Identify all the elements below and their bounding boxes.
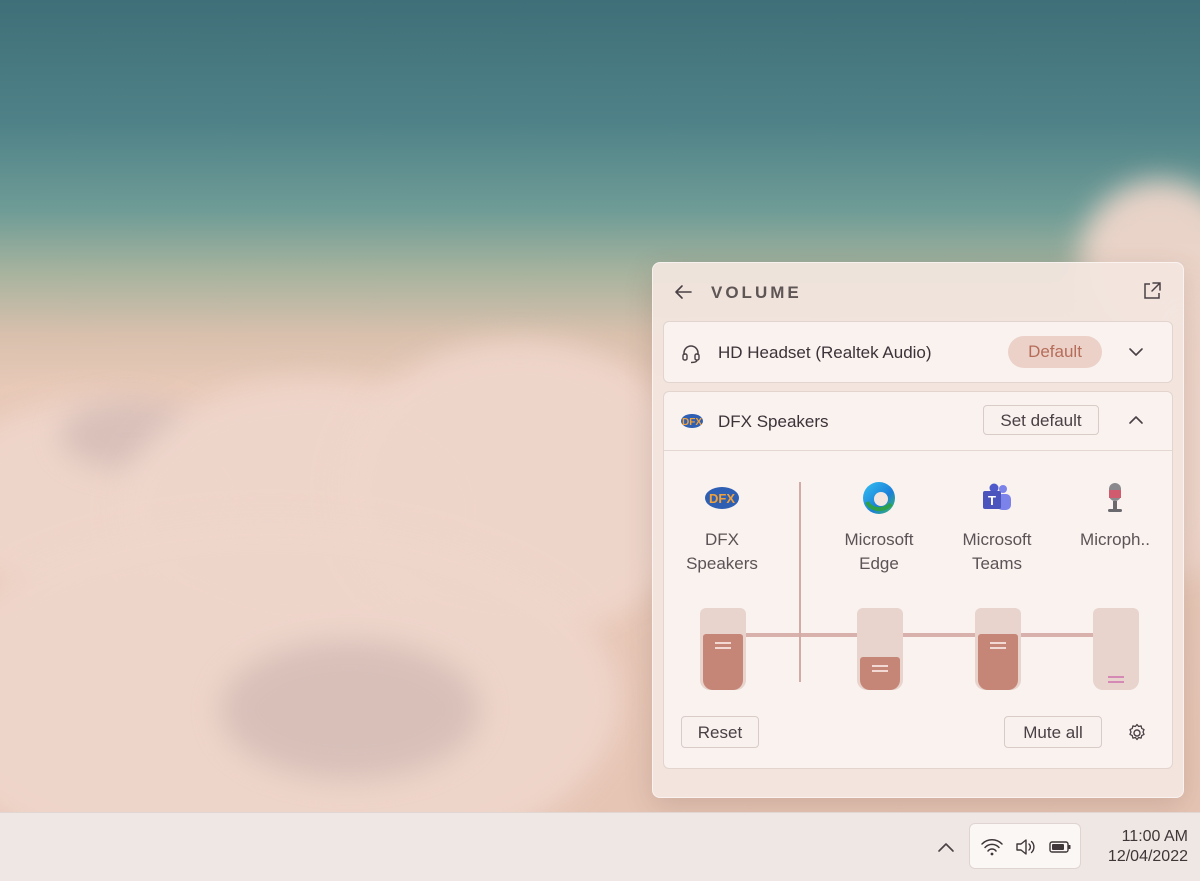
slider-grip[interactable] — [715, 642, 731, 644]
wifi-icon — [980, 836, 1004, 858]
device-name: HD Headset (Realtek Audio) — [718, 343, 932, 362]
panel-title: VOLUME — [711, 283, 802, 302]
taskbar-clock[interactable]: 11:00 AM 12/04/2022 — [1088, 827, 1188, 867]
battery-icon — [1048, 836, 1072, 858]
slider-grip[interactable] — [990, 642, 1006, 644]
device-row-headset[interactable]: HD Headset (Realtek Audio) Default — [663, 321, 1173, 383]
speaker-icon — [1014, 836, 1038, 858]
divider — [664, 450, 1172, 451]
mute-all-button[interactable]: Mute all — [1004, 716, 1102, 748]
volume-mixer: DFX DFX Speakers Microsoft Edge T Micros… — [664, 452, 1172, 768]
panel-header: VOLUME — [653, 263, 1183, 321]
clock-date: 12/04/2022 — [1107, 848, 1188, 865]
svg-text:DFX: DFX — [709, 491, 735, 506]
chevron-up-icon[interactable] — [1124, 410, 1148, 430]
dfx-logo-icon: DFX — [704, 480, 740, 516]
reset-button[interactable]: Reset — [681, 716, 759, 748]
slider-grip[interactable] — [872, 665, 888, 667]
clock-time: 11:00 AM — [1121, 828, 1188, 845]
edge-icon — [861, 480, 897, 516]
taskbar: 11:00 AM 12/04/2022 — [0, 812, 1200, 881]
gear-icon[interactable] — [1126, 722, 1148, 744]
slider-fill — [860, 657, 900, 690]
open-external-icon[interactable] — [1141, 280, 1163, 302]
device-card-dfx: DFX DFX Speakers Set default DFX DFX Spea… — [663, 391, 1173, 769]
channel-label: Microsoft Teams — [962, 530, 1032, 573]
teams-icon: T — [979, 480, 1015, 516]
channel-label: DFX Speakers — [686, 530, 758, 573]
chevron-up-icon[interactable] — [935, 837, 957, 857]
chevron-down-icon[interactable] — [1124, 342, 1148, 362]
slider-grip[interactable] — [1108, 676, 1124, 678]
volume-slider-dfx[interactable] — [700, 608, 746, 690]
volume-slider-microphone[interactable] — [1093, 608, 1139, 690]
quick-settings-button[interactable] — [969, 823, 1081, 869]
back-arrow-icon[interactable] — [671, 280, 695, 304]
divider — [799, 482, 801, 682]
channel-label: Microph.. — [1080, 530, 1150, 549]
svg-text:DFX: DFX — [682, 417, 702, 428]
volume-panel: VOLUME HD Headset (Realtek Audio) Defaul… — [652, 262, 1184, 798]
dfx-logo-icon: DFX — [680, 410, 703, 432]
volume-slider-edge[interactable] — [857, 608, 903, 690]
channel-label: Microsoft Edge — [844, 530, 914, 573]
default-badge: Default — [1008, 336, 1102, 368]
microphone-icon — [1097, 480, 1133, 516]
headset-icon — [680, 342, 702, 364]
volume-slider-teams[interactable] — [975, 608, 1021, 690]
device-name: DFX Speakers — [718, 412, 829, 431]
set-default-button[interactable]: Set default — [983, 405, 1099, 435]
svg-text:T: T — [988, 493, 996, 508]
